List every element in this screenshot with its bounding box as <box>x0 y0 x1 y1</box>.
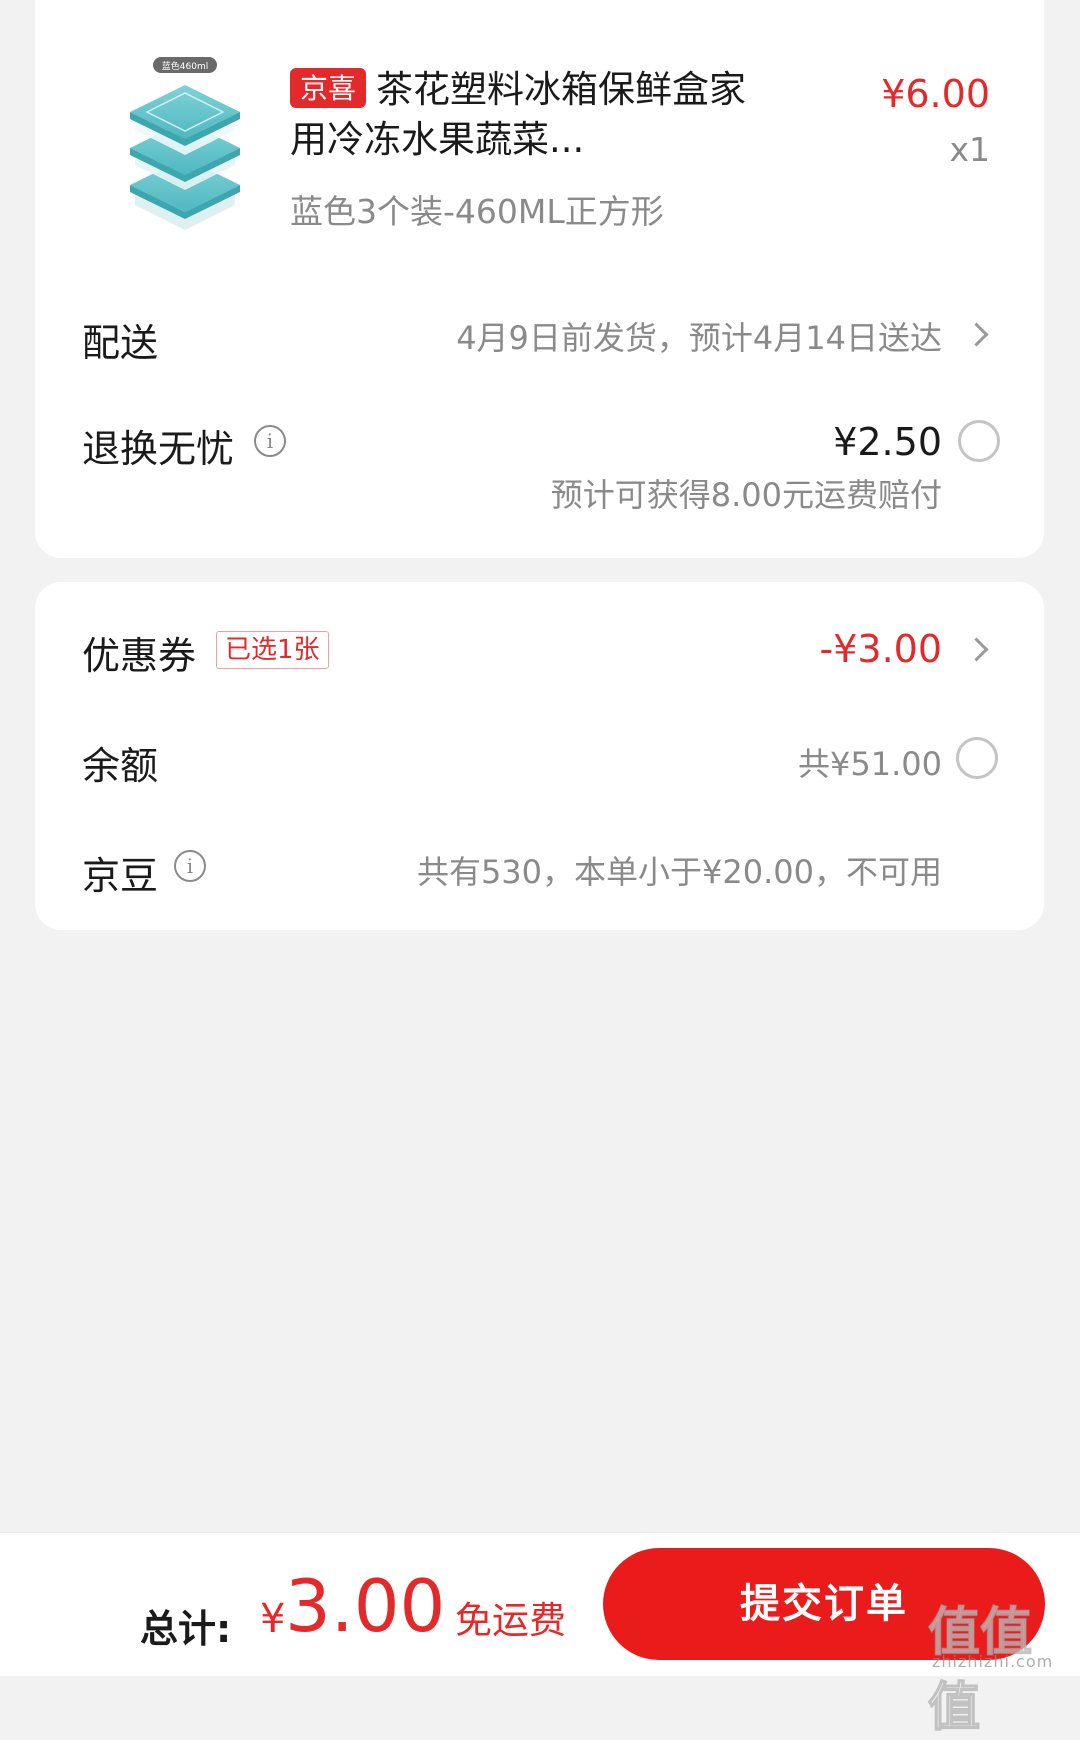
return-insurance-radio[interactable] <box>958 420 1000 462</box>
jingxi-tag: 京喜 <box>290 68 367 108</box>
delivery-value: 4月9日前发货，预计4月14日送达 <box>456 319 942 357</box>
balance-label: 余额 <box>82 744 159 788</box>
balance-value: 共¥51.00 <box>798 745 942 783</box>
product-image[interactable]: 蓝色460ml <box>95 30 275 250</box>
coupon-value: -¥3.00 <box>819 627 943 671</box>
coupon-selected-badge: 已选1张 <box>216 631 329 669</box>
total-amount: 3.00 <box>285 1564 446 1648</box>
jingdou-label: 京豆 <box>82 854 159 898</box>
jingdou-value: 共有530，本单小于¥20.00，不可用 <box>416 853 942 891</box>
product-title[interactable]: 京喜 茶花塑料冰箱保鲜盒家用冷冻水果蔬菜... <box>290 65 760 165</box>
info-icon[interactable]: i <box>254 425 286 457</box>
free-shipping-label: 免运费 <box>455 1599 566 1642</box>
product-price: ¥6.00 <box>881 72 990 116</box>
product-quantity: x1 <box>949 130 990 169</box>
return-insurance-label: 退换无忧 <box>82 427 235 471</box>
return-insurance-price: ¥2.50 <box>833 420 942 464</box>
balance-radio[interactable] <box>956 737 998 779</box>
total-label: 总计: <box>140 1607 232 1651</box>
watermark-site: zhizhizhi.com <box>932 1652 1054 1671</box>
delivery-label: 配送 <box>82 321 159 365</box>
total-currency: ¥ <box>260 1596 286 1642</box>
info-icon[interactable]: i <box>174 850 206 882</box>
product-spec: 蓝色3个装-460ML正方形 <box>290 192 664 231</box>
coupon-label: 优惠券 <box>82 634 197 678</box>
product-image-label: 蓝色460ml <box>162 60 208 72</box>
return-insurance-note: 预计可获得8.00元运费赔付 <box>550 476 942 514</box>
